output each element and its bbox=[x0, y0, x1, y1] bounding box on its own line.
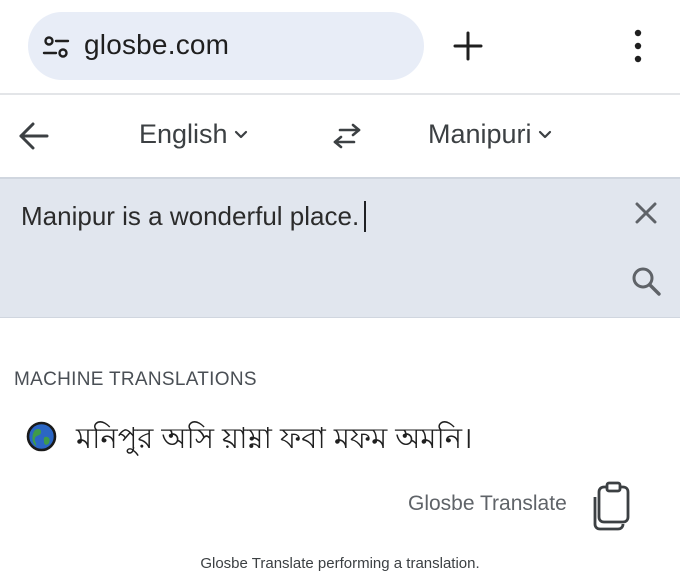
source-language-dropdown[interactable]: English bbox=[139, 119, 248, 150]
source-language-label: English bbox=[139, 119, 228, 149]
plus-icon[interactable] bbox=[450, 28, 486, 64]
source-text-input[interactable]: Manipur is a wonderful place. bbox=[0, 177, 680, 318]
status-message: Glosbe Translate performing a translatio… bbox=[200, 555, 480, 572]
provider-label: Glosbe Translate bbox=[408, 492, 567, 515]
chevron-down-icon bbox=[538, 130, 551, 138]
chevron-down-icon bbox=[234, 130, 247, 138]
close-icon[interactable] bbox=[634, 201, 658, 225]
source-text-value: Manipur is a wonderful place. bbox=[21, 201, 360, 231]
more-vert-icon[interactable] bbox=[628, 28, 648, 64]
copy-icon[interactable] bbox=[590, 481, 632, 531]
source-text[interactable]: Manipur is a wonderful place. bbox=[21, 201, 367, 232]
url-text[interactable]: glosbe.com bbox=[84, 29, 229, 61]
globe-icon bbox=[26, 421, 57, 452]
browser-toolbar: glosbe.com bbox=[0, 0, 680, 95]
language-bar: English Manipuri bbox=[0, 97, 680, 177]
search-icon[interactable] bbox=[630, 265, 662, 297]
swap-horiz-icon[interactable] bbox=[332, 123, 362, 149]
address-bar[interactable]: glosbe.com bbox=[28, 12, 424, 80]
tune-icon[interactable] bbox=[42, 33, 70, 61]
machine-translations-heading: MACHINE TRANSLATIONS bbox=[14, 369, 257, 390]
target-language-dropdown[interactable]: Manipuri bbox=[428, 119, 552, 150]
translation-result[interactable]: মনিপুর অসি য়াম্না ফবা মফম অমনি। bbox=[76, 416, 472, 465]
target-language-label: Manipuri bbox=[428, 119, 532, 149]
text-caret bbox=[364, 201, 367, 232]
arrow-left-icon[interactable] bbox=[18, 121, 50, 151]
